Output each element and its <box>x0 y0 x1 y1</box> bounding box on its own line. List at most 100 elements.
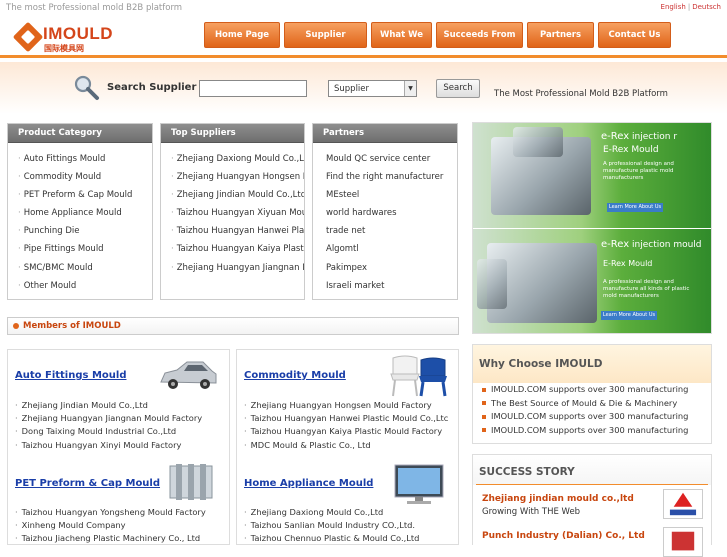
members-bar: Members of IMOULD <box>7 317 459 335</box>
supplier-link[interactable]: Taizhou Huangyan Kaiya Plastic Mould Fac… <box>244 425 448 438</box>
category-link[interactable]: Pipe Fittings Mould <box>8 240 152 258</box>
why-choose-item: IMOULD.COM supports over 300 manufacturi… <box>482 410 688 424</box>
supplier-link[interactable]: Taizhou Huangyan Hanwei Plas <box>161 222 304 240</box>
supplier-link[interactable]: Taizhou Huangyan Xiyuan Moul <box>161 204 304 222</box>
top-suppliers-list: Zhejiang Daxiong Mould Co.,Ltc Zhejiang … <box>161 143 304 277</box>
nav-what-we-do[interactable]: What We do? <box>371 22 432 64</box>
promo-desc: A professional design and manufacture al… <box>603 279 690 299</box>
story-company-link[interactable]: Punch Industry (Dalian) Co., Ltd <box>482 531 645 541</box>
supplier-link[interactable]: Dong Taixing Mould Industrial Co.,Ltd <box>15 425 202 438</box>
supplier-link[interactable]: Taizhou Huangyan Yongsheng Mould Factory <box>15 506 206 519</box>
promo-subtitle: E-Rex Mould <box>603 145 659 155</box>
nav-supplier-directory[interactable]: Supplier Directory <box>284 22 367 64</box>
category-title-link[interactable]: Commodity Mould <box>244 370 346 381</box>
partner-link[interactable]: Pakimpex <box>313 259 457 277</box>
partner-link[interactable]: world hardwares <box>313 204 457 222</box>
promo-desc: A professional design and manufacture pl… <box>603 161 674 181</box>
company-logo-image <box>663 489 703 519</box>
logo-chinese-text: 国际模具网 <box>44 44 84 53</box>
supplier-link[interactable]: Zhejiang Jindian Mould Co.,Ltd <box>161 186 304 204</box>
category-supplier-list: Zhejiang Huangyan Hongsen Mould Factory … <box>244 399 449 452</box>
product-category-list: Auto Fittings Mould Commodity Mould PET … <box>8 143 152 295</box>
dropdown-arrow-icon: ▼ <box>404 81 416 96</box>
category-link[interactable]: SMC/BMC Mould <box>8 259 152 277</box>
partner-link[interactable]: Mould QC service center <box>313 150 457 168</box>
learn-more-button[interactable]: Learn More About Us <box>601 311 657 320</box>
search-type-value: Supplier <box>334 84 370 94</box>
why-choose-list: IMOULD.COM supports over 300 manufacturi… <box>482 383 688 437</box>
nav-home[interactable]: Home Page <box>204 22 280 48</box>
magnifier-icon <box>74 75 99 100</box>
category-link[interactable]: PET Preform & Cap Mould <box>8 186 152 204</box>
supplier-link[interactable]: Taizhou Huangyan Kaiya Plastic <box>161 240 304 258</box>
header-divider <box>0 55 727 58</box>
supplier-link[interactable]: Taizhou Chennuo Plastic & Mould Co.,Ltd <box>244 532 420 545</box>
category-link[interactable]: Punching Die <box>8 222 152 240</box>
category-supplier-list: Zhejiang Jindian Mould Co.,Ltd Zhejiang … <box>15 399 203 452</box>
nav-succeeds-from-here[interactable]: Succeeds From Here <box>436 22 523 64</box>
category-box-left: Auto Fittings Mould Zhejiang Jindian Mou… <box>7 349 230 545</box>
supplier-link[interactable]: Xinheng Mould Company <box>15 519 206 532</box>
category-link[interactable]: Other Mould <box>8 277 152 295</box>
why-choose-title: Why Choose IMOULD <box>473 345 711 383</box>
lang-english-link[interactable]: English <box>661 3 686 11</box>
nav-partners[interactable]: Partners <box>527 22 594 48</box>
top-suppliers-panel: Top Suppliers Zhejiang Daxiong Mould Co.… <box>160 123 305 300</box>
supplier-link[interactable]: Zhejiang Jindian Mould Co.,Ltd <box>15 399 202 412</box>
top-suppliers-header: Top Suppliers <box>161 124 304 143</box>
search-button[interactable]: Search <box>436 79 480 98</box>
partners-header: Partners <box>313 124 457 143</box>
why-choose-item: IMOULD.COM supports over 300 manufacturi… <box>482 383 688 397</box>
logo-text: IMOULD <box>43 24 114 43</box>
partner-link[interactable]: Israeli market <box>313 277 457 295</box>
bullet-icon <box>13 323 19 329</box>
site-tagline: The most Professional mold B2B platform <box>6 3 183 13</box>
company-logo-image <box>663 527 703 557</box>
promo-title-rest: injection r <box>632 132 678 142</box>
chairs-image <box>390 355 447 397</box>
supplier-link[interactable]: Zhejiang Huangyan Jiangnan Mould Factory <box>15 412 203 425</box>
partner-link[interactable]: MEsteel <box>313 186 457 204</box>
promo-brand: e-Rex <box>601 131 630 142</box>
category-title-link[interactable]: Auto Fittings Mould <box>15 370 126 381</box>
product-category-panel: Product Category Auto Fittings Mould Com… <box>7 123 153 300</box>
promo-banner[interactable]: e-Rex injection r E-Rex Mould A professi… <box>472 122 712 334</box>
supplier-link[interactable]: Taizhou Huangyan Xinyi Mould Factory <box>15 439 202 452</box>
partner-link[interactable]: trade net <box>313 222 457 240</box>
learn-more-button[interactable]: Learn More About Us <box>607 203 663 212</box>
supplier-link[interactable]: Taizhou Jiacheng Plastic Machinery Co., … <box>15 532 206 545</box>
language-switcher: English | Deutsch <box>661 3 721 11</box>
supplier-link[interactable]: Zhejiang Huangyan Jiangnan M <box>161 259 304 277</box>
supplier-link[interactable]: MDC Mould & Plastic Co., Ltd <box>244 439 448 452</box>
nav-contact-us[interactable]: Contact Us <box>598 22 671 48</box>
supplier-link[interactable]: Zhejiang Daxiong Mould Co.,Ltd <box>244 506 419 519</box>
partner-link[interactable]: Algomtl <box>313 240 457 258</box>
story-divider <box>476 484 708 485</box>
partner-link[interactable]: Find the right manufacturer <box>313 168 457 186</box>
category-box-right: Commodity Mould Zhejiang Huangyan Hongse… <box>236 349 459 545</box>
partners-list: Mould QC service center Find the right m… <box>313 143 457 295</box>
product-category-header: Product Category <box>8 124 152 143</box>
monitor-image <box>394 464 444 504</box>
why-choose-box: Why Choose IMOULD IMOULD.COM supports ov… <box>472 344 712 444</box>
site-logo[interactable]: IMOULD 国际模具网 <box>12 21 116 53</box>
logo-mark-icon <box>12 21 44 53</box>
lang-deutsch-link[interactable]: Deutsch <box>692 3 721 11</box>
supplier-link[interactable]: Taizhou Huangyan Hanwei Plastic Mould Co… <box>244 412 449 425</box>
category-link[interactable]: Commodity Mould <box>8 168 152 186</box>
lang-separator: | <box>687 3 691 11</box>
promo-title: e-Rex injection r <box>601 131 677 142</box>
category-link[interactable]: Auto Fittings Mould <box>8 150 152 168</box>
supplier-link[interactable]: Taizhou Sanlian Mould Industry CO.,Ltd. <box>244 519 419 532</box>
category-link[interactable]: Home Appliance Mould <box>8 204 152 222</box>
why-choose-item: The Best Source of Mould & Die & Machine… <box>482 397 688 411</box>
promo-brand: e-Rex <box>601 239 630 250</box>
supplier-link[interactable]: Zhejiang Daxiong Mould Co.,Ltc <box>161 150 304 168</box>
search-input[interactable] <box>199 80 307 97</box>
category-title-link[interactable]: PET Preform & Cap Mould <box>15 478 160 489</box>
story-company-link[interactable]: Zhejiang jindian mould co.,ltd <box>482 494 634 504</box>
supplier-link[interactable]: Zhejiang Huangyan Hongsen Mould Factory <box>244 399 448 412</box>
search-type-select[interactable]: Supplier ▼ <box>328 80 417 97</box>
supplier-link[interactable]: Zhejiang Huangyan Hongsen M <box>161 168 304 186</box>
category-title-link[interactable]: Home Appliance Mould <box>244 478 373 489</box>
